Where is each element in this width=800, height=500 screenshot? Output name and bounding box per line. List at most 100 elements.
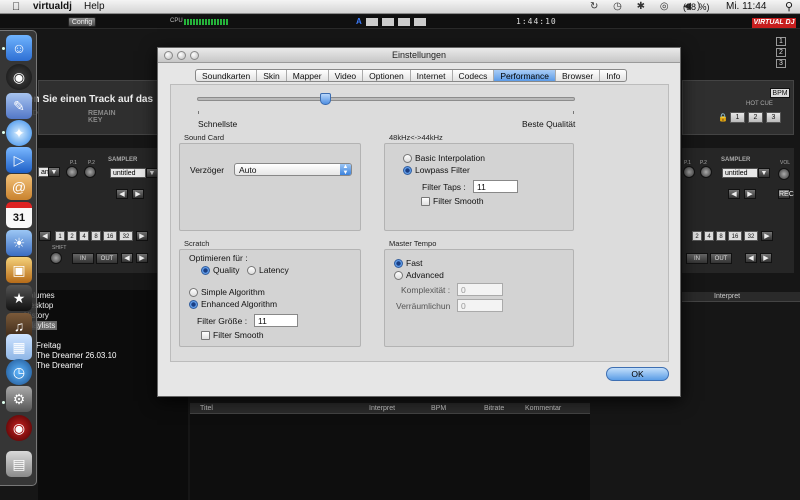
delay-select[interactable]: Auto ▲ ▼	[234, 163, 352, 176]
hot-cue-1[interactable]: 1	[730, 112, 745, 123]
column-header-bpm[interactable]: BPM	[431, 403, 446, 414]
tab-info[interactable]: Info	[600, 70, 626, 81]
p2-knob-right[interactable]	[700, 166, 712, 178]
ical-icon[interactable]: 31	[6, 202, 32, 228]
lowpass-filter-label[interactable]: Lowpass Filter	[415, 165, 470, 175]
fast-radio[interactable]	[394, 259, 403, 268]
filter-size-field[interactable]: 11	[254, 314, 298, 327]
quality-label[interactable]: Quality	[213, 265, 239, 275]
complexity-field[interactable]: 0	[457, 283, 503, 296]
p2-knob[interactable]	[84, 166, 96, 178]
virtualdj-icon[interactable]: ◉	[6, 415, 32, 441]
column-header-interpret[interactable]: Interpret	[369, 403, 395, 414]
loop-button[interactable]: 4	[79, 231, 89, 241]
spotlight-icon[interactable]: ⚲	[785, 0, 793, 14]
filter-taps-field[interactable]: 11	[473, 180, 518, 193]
loop-next-small-icon[interactable]: ▶	[136, 253, 148, 263]
deck-select-3[interactable]: 3	[776, 59, 786, 68]
advanced-label[interactable]: Advanced	[406, 270, 444, 280]
tab-mapper[interactable]: Mapper	[287, 70, 329, 81]
menu-app-name[interactable]: virtualdj	[33, 0, 72, 14]
filter-smooth-checkbox[interactable]	[421, 197, 430, 206]
loop-prev-icon[interactable]: ◀	[39, 231, 51, 241]
smoothing-field[interactable]: 0	[457, 299, 503, 312]
tab-browser[interactable]: Browser	[556, 70, 601, 81]
rec-button[interactable]: REC	[778, 189, 794, 199]
dialog-titlebar[interactable]: Einstellungen	[158, 48, 680, 63]
vol-knob[interactable]	[778, 168, 790, 180]
loop-prev-small-icon[interactable]: ◀	[121, 253, 133, 263]
facetime-icon[interactable]: ▷	[6, 147, 32, 173]
addressbook-icon[interactable]: @	[6, 174, 32, 200]
scratch-filter-smooth-checkbox[interactable]	[201, 331, 210, 340]
loop-button-right[interactable]: 16	[728, 231, 742, 241]
layout-button[interactable]	[398, 18, 410, 26]
ok-button[interactable]: OK	[606, 367, 669, 381]
quality-slider[interactable]: Schnellste Beste Qualität	[187, 91, 579, 131]
timemachine-icon[interactable]: ◷	[6, 359, 32, 385]
battery-status[interactable]: (98 %)	[683, 0, 710, 14]
shift-knob[interactable]	[50, 252, 62, 264]
loop-next-icon[interactable]: ▶	[136, 231, 148, 241]
latency-label[interactable]: Latency	[259, 265, 289, 275]
simple-algorithm-radio[interactable]	[189, 288, 198, 297]
sampler-prev-icon[interactable]: ◀	[116, 189, 128, 199]
advanced-radio[interactable]	[394, 271, 403, 280]
preview-icon[interactable]: ✎	[6, 93, 32, 119]
latency-radio[interactable]	[247, 266, 256, 275]
loop-button[interactable]: 16	[103, 231, 117, 241]
enhanced-algorithm-label[interactable]: Enhanced Algorithm	[201, 299, 277, 309]
loop-in-button-right[interactable]: IN	[686, 253, 708, 264]
iphoto-icon[interactable]: ☀	[6, 230, 32, 256]
column-header-bitrate[interactable]: Bitrate	[484, 403, 504, 414]
deck-select-1[interactable]: 1	[776, 37, 786, 46]
quality-radio[interactable]	[201, 266, 210, 275]
slider-thumb[interactable]	[320, 93, 332, 105]
sampler-prev-right-icon[interactable]: ◀	[728, 189, 740, 199]
lock-icon[interactable]: 🔒	[718, 113, 728, 122]
loop-button[interactable]: 2	[67, 231, 77, 241]
simple-algorithm-label[interactable]: Simple Algorithm	[201, 287, 265, 297]
fast-label[interactable]: Fast	[406, 258, 423, 268]
loop-button-right[interactable]: 8	[716, 231, 726, 241]
system-window-icon[interactable]: ▦	[6, 334, 32, 360]
scratch-filter-smooth-label[interactable]: Filter Smooth	[213, 330, 264, 340]
tab-optionen[interactable]: Optionen	[363, 70, 411, 81]
slider-track[interactable]	[197, 97, 575, 101]
fx-dropdown-icon[interactable]: ▼	[48, 167, 60, 177]
layout-button[interactable]	[382, 18, 394, 26]
hot-cue-3[interactable]: 3	[766, 112, 781, 123]
basic-interpolation-radio[interactable]	[403, 154, 412, 163]
system-preferences-icon[interactable]: ⚙	[6, 386, 32, 412]
menu-help[interactable]: Help	[84, 0, 105, 14]
finder-icon[interactable]: ☺	[6, 35, 32, 61]
loop-button-right[interactable]: 32	[744, 231, 758, 241]
loop-next-right-icon[interactable]: ▶	[761, 231, 773, 241]
hot-cue-2[interactable]: 2	[748, 112, 763, 123]
dashboard-icon[interactable]: ◉	[6, 64, 32, 90]
list-item[interactable]: The Dreamer	[36, 361, 83, 370]
deck-select-2[interactable]: 2	[776, 48, 786, 57]
sampler-select-right[interactable]: untitled	[722, 168, 758, 178]
tab-skin[interactable]: Skin	[257, 70, 287, 81]
loop-button[interactable]: 1	[55, 231, 65, 241]
safari-icon[interactable]: ✦	[6, 120, 32, 146]
layout-button[interactable]	[414, 18, 426, 26]
tab-performance[interactable]: Performance	[494, 70, 556, 81]
loop-button-right[interactable]: 4	[704, 231, 714, 241]
tab-video[interactable]: Video	[329, 70, 364, 81]
column-header-titel[interactable]: Titel	[200, 403, 213, 414]
p1-knob[interactable]	[66, 166, 78, 178]
loop-button-right[interactable]: 2	[692, 231, 702, 241]
loop-button[interactable]: 8	[91, 231, 101, 241]
enhanced-algorithm-radio[interactable]	[189, 300, 198, 309]
imovie-icon[interactable]: ★	[6, 285, 32, 311]
layout-button[interactable]	[366, 18, 378, 26]
list-item[interactable]: Freitag	[36, 341, 61, 350]
sampler-next-icon[interactable]: ▶	[132, 189, 144, 199]
column-header-interpret[interactable]: Interpret	[714, 292, 740, 302]
loop-button[interactable]: 32	[119, 231, 133, 241]
bpm-button[interactable]: BPM	[770, 88, 790, 98]
tab-codecs[interactable]: Codecs	[453, 70, 495, 81]
list-item[interactable]: The Dreamer 26.03.10	[36, 351, 117, 360]
